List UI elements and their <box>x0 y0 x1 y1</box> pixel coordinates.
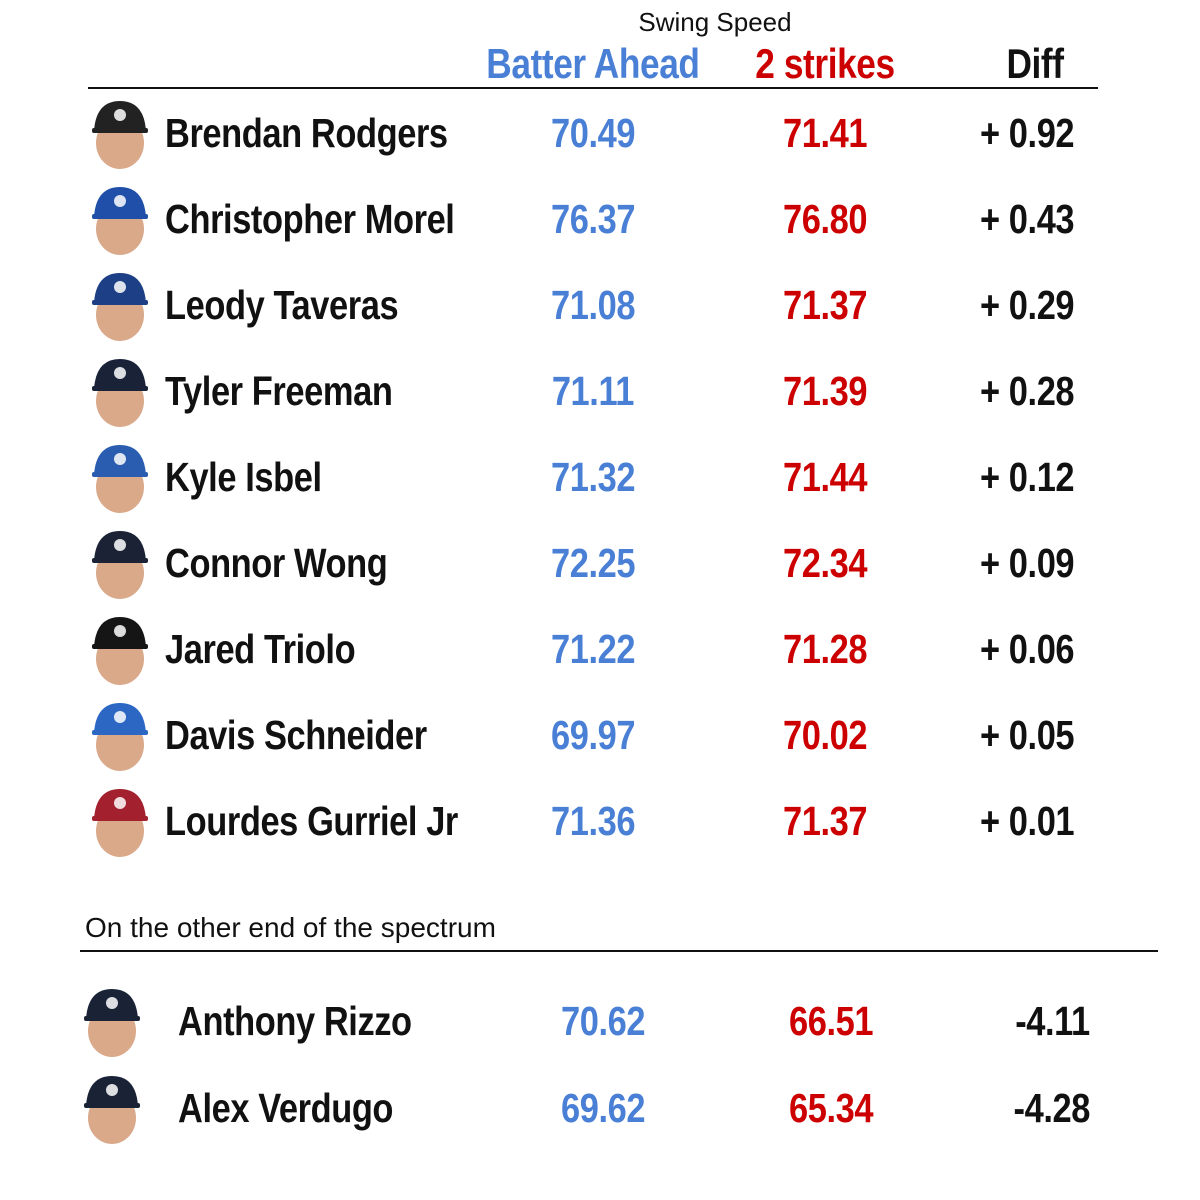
chart-title: Swing Speed <box>638 7 792 37</box>
two-strikes-value: 72.34 <box>782 540 868 586</box>
header-diff-wrap: Diff <box>935 40 1135 88</box>
diff-value: + 0.43 <box>979 196 1075 242</box>
guardians-headshot-icon <box>90 355 150 427</box>
batter-ahead-value: 69.62 <box>560 1085 646 1131</box>
diff-value-cell: -4.28 <box>999 1085 1091 1132</box>
diff-value: + 0.09 <box>979 540 1075 586</box>
header-diff: Diff <box>1006 40 1064 87</box>
blue-jays-headshot-icon <box>90 699 150 771</box>
royals-headshot-icon <box>90 441 150 513</box>
diff-value-cell: -4.11 <box>1001 998 1090 1045</box>
player-name-cell: Tyler Freeman <box>165 368 436 415</box>
player-name: Kyle Isbel <box>165 454 322 500</box>
yankees-headshot-icon <box>82 985 142 1057</box>
diff-value: + 0.28 <box>979 368 1075 414</box>
player-name: Lourdes Gurriel Jr <box>165 798 458 844</box>
diff-value-cell: + 0.06 <box>877 626 1177 673</box>
batter-ahead-value: 71.32 <box>550 454 636 500</box>
cubs-headshot-icon <box>90 183 150 255</box>
diamondbacks-headshot-icon <box>90 785 150 857</box>
diff-value-cell: + 0.05 <box>877 712 1177 759</box>
section-label: On the other end of the spectrum <box>85 912 496 943</box>
diff-value-cell: + 0.09 <box>877 540 1177 587</box>
player-name-cell: Alex Verdugo <box>178 1085 434 1132</box>
player-name: Jared Triolo <box>165 626 356 672</box>
batter-ahead-value: 71.22 <box>550 626 636 672</box>
two-strikes-value: 71.28 <box>782 626 868 672</box>
header-two-strikes-wrap: 2 strikes <box>675 40 975 88</box>
player-name-cell: Anthony Rizzo <box>178 998 456 1045</box>
player-name: Anthony Rizzo <box>178 998 412 1044</box>
two-strikes-value: 76.80 <box>782 196 868 242</box>
player-name: Davis Schneider <box>165 712 427 758</box>
diff-value-cell: + 0.43 <box>877 196 1177 243</box>
header-divider <box>88 87 1098 89</box>
two-strikes-value: 71.41 <box>782 110 868 156</box>
pirates-headshot-icon <box>90 613 150 685</box>
player-name-cell: Kyle Isbel <box>165 454 351 501</box>
two-strikes-value-cell: 66.51 <box>681 998 981 1045</box>
player-name-cell: Leody Taveras <box>165 282 443 329</box>
two-strikes-value: 66.51 <box>788 998 874 1044</box>
section-divider <box>80 950 1158 952</box>
player-name-cell: Connor Wong <box>165 540 430 587</box>
header-batter-ahead: Batter Ahead <box>486 40 700 87</box>
two-strikes-value: 65.34 <box>788 1085 874 1131</box>
batter-ahead-value: 72.25 <box>550 540 636 586</box>
diff-value-cell: + 0.29 <box>877 282 1177 329</box>
two-strikes-value: 71.39 <box>782 368 868 414</box>
batter-ahead-value: 70.62 <box>560 998 646 1044</box>
diff-value: + 0.06 <box>979 626 1075 672</box>
batter-ahead-value: 71.11 <box>551 368 635 414</box>
diff-value-cell: + 0.12 <box>877 454 1177 501</box>
rangers-headshot-icon <box>90 269 150 341</box>
two-strikes-value: 70.02 <box>782 712 868 758</box>
player-name: Brendan Rodgers <box>165 110 448 156</box>
player-name-cell: Jared Triolo <box>165 626 391 673</box>
player-name: Leody Taveras <box>165 282 399 328</box>
diff-value: -4.11 <box>1015 998 1090 1044</box>
diff-value: + 0.12 <box>979 454 1075 500</box>
batter-ahead-value: 76.37 <box>550 196 636 242</box>
diff-value: + 0.05 <box>979 712 1075 758</box>
two-strikes-value: 71.44 <box>782 454 868 500</box>
rockies-headshot-icon <box>90 97 150 169</box>
yankees-headshot-icon <box>82 1072 142 1144</box>
diff-value: + 0.01 <box>979 798 1075 844</box>
player-name: Alex Verdugo <box>178 1085 394 1131</box>
batter-ahead-value: 70.49 <box>550 110 636 156</box>
diff-value-cell: + 0.92 <box>877 110 1177 157</box>
player-name: Tyler Freeman <box>165 368 393 414</box>
batter-ahead-value: 71.36 <box>550 798 636 844</box>
player-name: Christopher Morel <box>165 196 455 242</box>
diff-value-cell: + 0.28 <box>877 368 1177 415</box>
diff-value: + 0.29 <box>979 282 1075 328</box>
batter-ahead-value: 69.97 <box>550 712 636 758</box>
diff-value-cell: + 0.01 <box>877 798 1177 845</box>
batter-ahead-value: 71.08 <box>550 282 636 328</box>
diff-value: + 0.92 <box>979 110 1075 156</box>
player-name-cell: Davis Schneider <box>165 712 477 759</box>
two-strikes-value: 71.37 <box>782 798 868 844</box>
diff-value: -4.28 <box>1013 1085 1091 1131</box>
two-strikes-value-cell: 65.34 <box>681 1085 981 1132</box>
header-two-strikes: 2 strikes <box>755 40 895 87</box>
red-sox-headshot-icon <box>90 527 150 599</box>
two-strikes-value: 71.37 <box>782 282 868 328</box>
player-name: Connor Wong <box>165 540 388 586</box>
